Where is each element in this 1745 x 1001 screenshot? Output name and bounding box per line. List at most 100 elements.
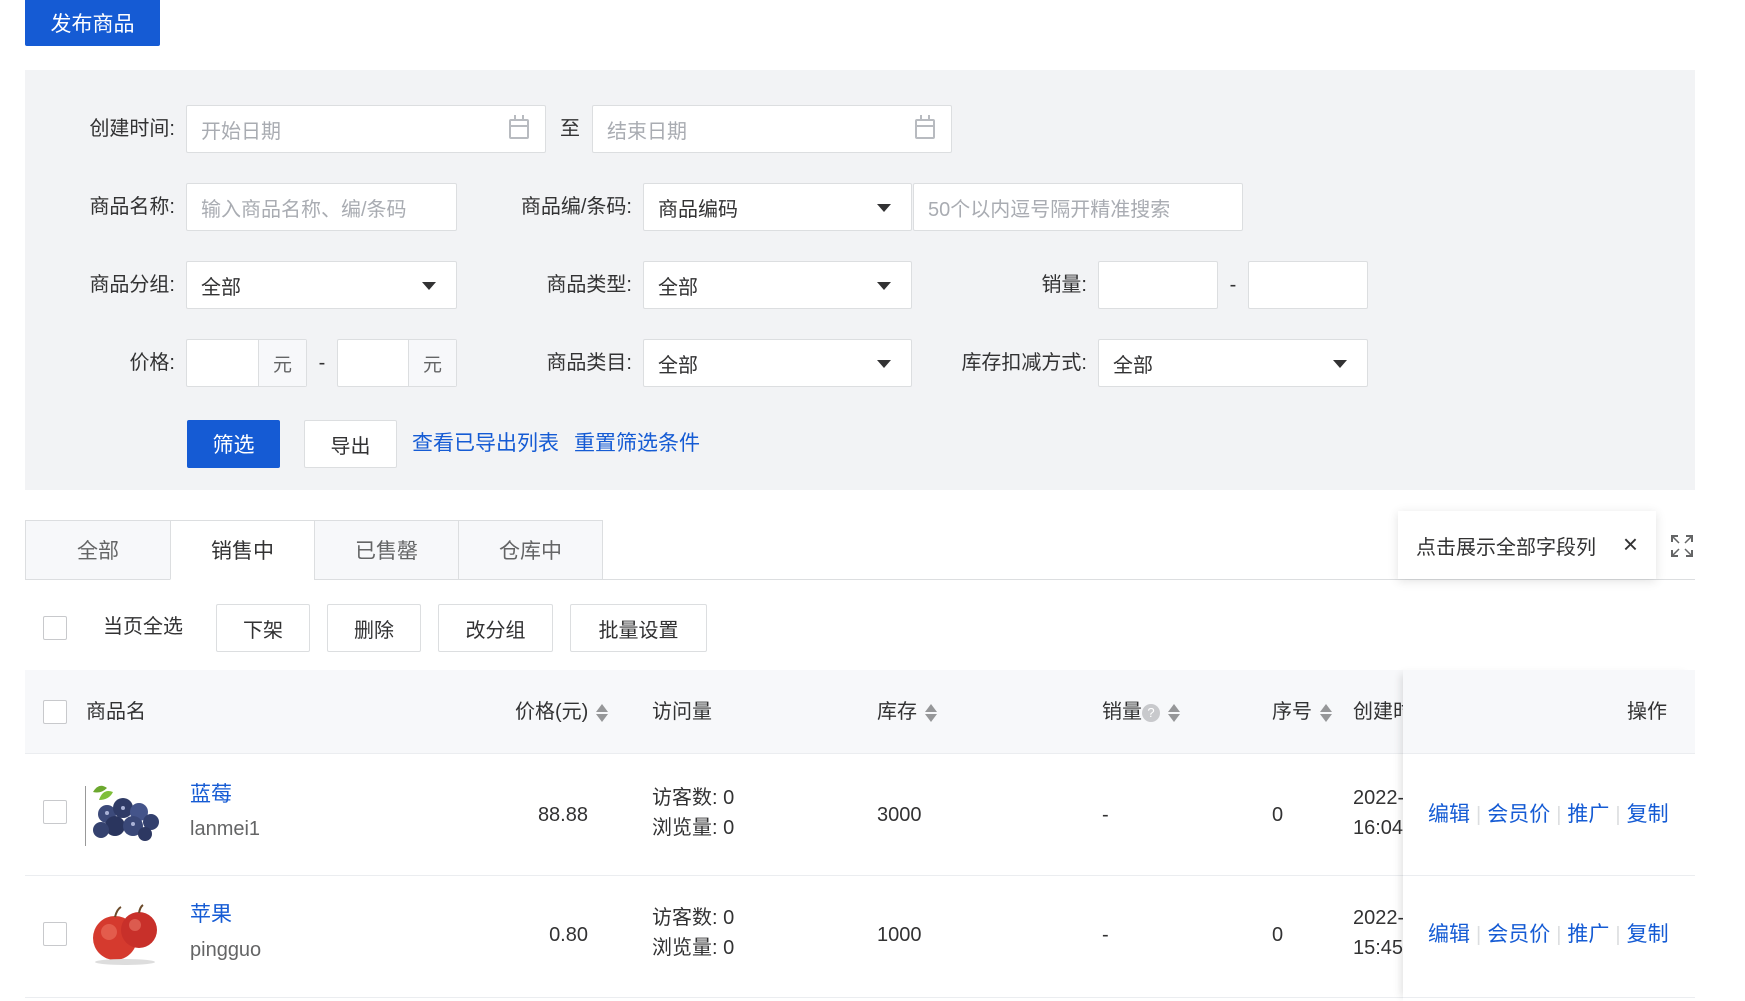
sort-icon[interactable] (1320, 703, 1332, 723)
price-max-input[interactable]: 元 (337, 339, 457, 387)
product-sales: - (1102, 804, 1109, 826)
price-unit: 元 (408, 340, 456, 386)
header-product-name: 商品名 (86, 701, 146, 723)
product-name-placeholder: 输入商品名称、编/条码 (201, 198, 407, 221)
stock-deduction-select[interactable]: 全部 (1098, 339, 1368, 387)
header-visits: 访问量 (652, 701, 712, 723)
tab-all[interactable]: 全部 (25, 520, 171, 580)
header-stock[interactable]: 库存 (877, 697, 937, 727)
header-sales-label: 销量 (1102, 701, 1142, 723)
product-thumbnail-apple[interactable] (85, 900, 165, 966)
calendar-icon (509, 115, 529, 139)
tab-sold-out[interactable]: 已售罄 (314, 520, 459, 580)
price-unit: 元 (258, 340, 306, 386)
expand-icon[interactable] (1671, 535, 1693, 557)
product-price: 88.88 (537, 804, 588, 826)
edit-link[interactable]: 编辑 (1428, 923, 1470, 946)
price-min-input[interactable]: 元 (186, 339, 307, 387)
row-checkbox[interactable] (43, 922, 67, 946)
create-time-label: 创建时间: (89, 118, 175, 140)
product-category-value: 全部 (658, 354, 698, 377)
export-button[interactable]: 导出 (304, 420, 397, 468)
product-name-link[interactable]: 苹果 (190, 900, 232, 930)
publish-product-button[interactable]: 发布商品 (25, 0, 160, 46)
header-sales[interactable]: 销量? (1102, 697, 1180, 727)
batch-settings-button[interactable]: 批量设置 (570, 604, 707, 652)
sort-icon[interactable] (1168, 703, 1180, 723)
member-price-link[interactable]: 会员价 (1487, 923, 1550, 946)
product-price: 0.80 (549, 924, 588, 946)
created-date: 2022- (1353, 787, 1403, 809)
offline-button[interactable]: 下架 (216, 604, 310, 652)
help-icon[interactable]: ? (1142, 703, 1160, 722)
product-group-value: 全部 (201, 276, 241, 299)
chevron-down-icon (877, 204, 891, 212)
filter-button[interactable]: 筛选 (187, 420, 280, 468)
header-seq[interactable]: 序号 (1272, 697, 1332, 727)
product-type-label: 商品类型: (546, 274, 632, 296)
promote-link[interactable]: 推广 (1567, 923, 1609, 946)
delete-button[interactable]: 删除 (327, 604, 421, 652)
created-date: 2022- (1353, 907, 1403, 929)
start-date-input[interactable]: 开始日期 (186, 105, 546, 153)
price-range-dash: - (318, 352, 326, 374)
sort-icon[interactable] (925, 703, 937, 723)
product-name-input[interactable]: 输入商品名称、编/条码 (186, 183, 457, 231)
product-category-label: 商品类目: (546, 352, 632, 374)
chevron-down-icon (877, 360, 891, 368)
reset-filters-link[interactable]: 重置筛选条件 (574, 430, 700, 458)
product-code-label: 商品编/条码: (520, 196, 632, 218)
promote-link[interactable]: 推广 (1567, 803, 1609, 826)
row-checkbox[interactable] (43, 800, 67, 824)
row-actions: 编辑 | 会员价 | 推广 | 复制 (1428, 803, 1669, 826)
product-type-select[interactable]: 全部 (643, 261, 912, 309)
code-type-select[interactable]: 商品编码 (643, 183, 912, 231)
select-all-checkbox[interactable] (43, 616, 67, 640)
chevron-down-icon (1333, 360, 1347, 368)
close-icon[interactable]: × (1623, 529, 1638, 559)
code-type-value: 商品编码 (658, 198, 738, 221)
product-code-input[interactable]: 50个以内逗号隔开精准搜索 (913, 183, 1243, 231)
view-exported-link[interactable]: 查看已导出列表 (412, 430, 559, 458)
stock-deduction-label: 库存扣减方式: (961, 352, 1087, 374)
chevron-down-icon (877, 282, 891, 290)
chevron-down-icon (422, 282, 436, 290)
copy-link[interactable]: 复制 (1627, 923, 1669, 946)
show-all-columns-tooltip: 点击展示全部字段列 × (1398, 511, 1656, 579)
sort-icon[interactable] (596, 703, 609, 723)
sales-label: 销量: (1041, 274, 1087, 296)
edit-link[interactable]: 编辑 (1428, 803, 1470, 826)
copy-link[interactable]: 复制 (1627, 803, 1669, 826)
header-price[interactable]: 价格(元) (515, 697, 609, 727)
sales-min-input[interactable] (1098, 261, 1218, 309)
tab-warehouse[interactable]: 仓库中 (458, 520, 603, 580)
header-seq-label: 序号 (1272, 701, 1312, 723)
calendar-icon (915, 115, 935, 139)
header-checkbox[interactable] (43, 700, 67, 724)
product-seq: 0 (1272, 804, 1284, 826)
header-price-label: 价格(元) (515, 701, 589, 723)
member-price-link[interactable]: 会员价 (1487, 803, 1550, 826)
sales-max-input[interactable] (1248, 261, 1368, 309)
product-name-label: 商品名称: (89, 196, 175, 218)
product-category-select[interactable]: 全部 (643, 339, 912, 387)
tab-on-sale[interactable]: 销售中 (170, 520, 315, 580)
product-group-select[interactable]: 全部 (186, 261, 457, 309)
product-name-link[interactable]: 蓝莓 (190, 780, 232, 810)
visitor-count: 访客数: 0 (652, 787, 735, 809)
product-sales: - (1102, 924, 1109, 946)
header-stock-label: 库存 (877, 701, 917, 723)
product-stock: 1000 (877, 924, 922, 946)
select-all-label: 当页全选 (103, 616, 183, 638)
view-count: 浏览量: 0 (652, 817, 735, 839)
visitor-count: 访客数: 0 (652, 907, 735, 929)
change-group-button[interactable]: 改分组 (438, 604, 553, 652)
product-thumbnail-blueberry[interactable] (84, 780, 165, 846)
page-scrollbar[interactable] (1715, 0, 1745, 1001)
end-date-input[interactable]: 结束日期 (592, 105, 952, 153)
stock-deduction-value: 全部 (1113, 354, 1153, 377)
product-code: lanmei1 (190, 818, 261, 840)
row-actions: 编辑 | 会员价 | 推广 | 复制 (1428, 923, 1669, 946)
product-code-placeholder: 50个以内逗号隔开精准搜索 (928, 198, 1171, 221)
header-created: 创建时 (1353, 701, 1403, 723)
